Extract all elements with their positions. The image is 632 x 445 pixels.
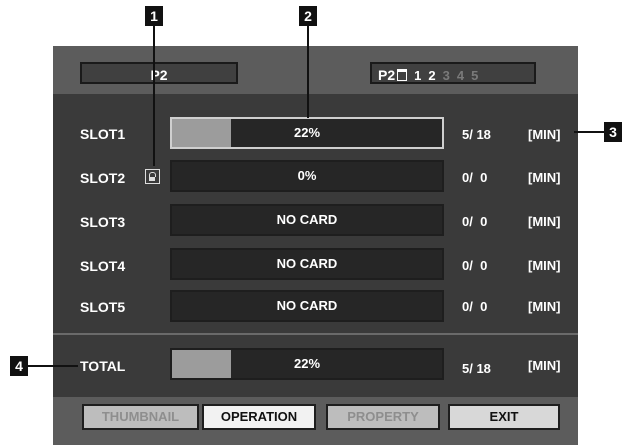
total-unit: [MIN] bbox=[528, 358, 561, 373]
header-title: P2 bbox=[80, 62, 238, 84]
capacity-text: NO CARD bbox=[276, 256, 338, 271]
slot-label: SLOT3 bbox=[80, 214, 126, 230]
callout-marker: 1 bbox=[145, 6, 163, 26]
lock-icon bbox=[145, 169, 160, 184]
slot-number[interactable]: 1 bbox=[414, 65, 421, 87]
slot-selector-prefix: P2 bbox=[378, 67, 396, 83]
callout-line bbox=[153, 26, 155, 166]
capacity-text: NO CARD bbox=[276, 212, 338, 227]
slot-count: 0/ 0 bbox=[462, 170, 488, 185]
callout-line bbox=[307, 26, 309, 118]
slot-count: 5/ 18 bbox=[462, 127, 491, 142]
callout-line bbox=[574, 131, 604, 133]
slot-unit: [MIN] bbox=[528, 258, 561, 273]
thumbnail-button[interactable]: THUMBNAIL bbox=[82, 404, 199, 430]
slot-label: SLOT1 bbox=[80, 126, 126, 142]
slot-unit: [MIN] bbox=[528, 299, 561, 314]
callout-marker: 3 bbox=[604, 122, 622, 142]
callout-line bbox=[28, 365, 78, 367]
operation-button[interactable]: OPERATION bbox=[202, 404, 316, 430]
slot-capacity-bar[interactable]: NO CARD bbox=[170, 290, 444, 322]
capacity-text: NO CARD bbox=[276, 298, 338, 313]
slot-count: 0/ 0 bbox=[462, 258, 488, 273]
slot-capacity-bar[interactable]: 22% bbox=[170, 117, 444, 149]
slot-number[interactable]: 5 bbox=[471, 65, 478, 87]
total-capacity-bar: 22% bbox=[170, 348, 444, 380]
slot-capacity-bar[interactable]: NO CARD bbox=[170, 248, 444, 280]
capacity-text: 22% bbox=[293, 356, 321, 371]
slot-label: SLOT2 bbox=[80, 170, 126, 186]
slot-label: SLOT4 bbox=[80, 258, 126, 274]
capacity-text: 0% bbox=[297, 168, 317, 183]
total-label: TOTAL bbox=[80, 358, 126, 374]
callout-marker: 2 bbox=[299, 6, 317, 26]
slot-count: 0/ 0 bbox=[462, 214, 488, 229]
callout-marker: 4 bbox=[10, 356, 28, 376]
slot-selector[interactable]: P2 1 2 3 4 5 bbox=[370, 62, 536, 84]
capacity-text: 22% bbox=[293, 125, 321, 140]
exit-button[interactable]: EXIT bbox=[448, 404, 560, 430]
card-icon bbox=[397, 69, 408, 81]
slot-count: 0/ 0 bbox=[462, 299, 488, 314]
slot-label: SLOT5 bbox=[80, 299, 126, 315]
slot-number[interactable]: 2 bbox=[428, 65, 435, 87]
slot-capacity-bar[interactable]: NO CARD bbox=[170, 204, 444, 236]
slot-unit: [MIN] bbox=[528, 214, 561, 229]
slot-capacity-bar[interactable]: 0% bbox=[170, 160, 444, 192]
property-button[interactable]: PROPERTY bbox=[326, 404, 440, 430]
total-count: 5/ 18 bbox=[462, 361, 491, 376]
slot-unit: [MIN] bbox=[528, 127, 561, 142]
slot-unit: [MIN] bbox=[528, 170, 561, 185]
slot-number[interactable]: 4 bbox=[457, 65, 464, 87]
slot-number[interactable]: 3 bbox=[443, 65, 450, 87]
